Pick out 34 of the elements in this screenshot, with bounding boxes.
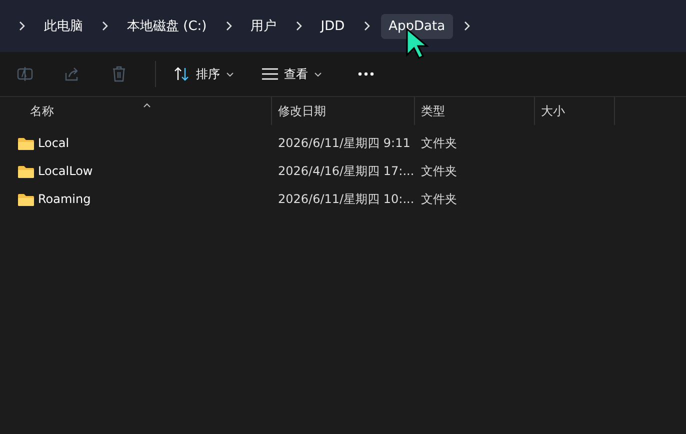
column-header[interactable]: 类型	[421, 102, 445, 120]
chevron-icon	[464, 21, 470, 31]
date-cell: 2026/4/16/星期四 17:...	[278, 164, 414, 178]
column-header[interactable]: 修改日期	[278, 102, 326, 120]
folder-icon	[18, 164, 34, 178]
caret-icon	[314, 72, 322, 76]
breadcrumb-item[interactable]: 用户	[242, 12, 285, 40]
file-name[interactable]: Roaming	[38, 192, 91, 206]
view-button[interactable]: 查看	[256, 62, 328, 86]
type-cell: 文件夹	[421, 164, 457, 178]
chevron-icon	[364, 21, 370, 31]
date-cell: 2026/6/11/星期四 10:...	[278, 192, 414, 206]
type-cell: 文件夹	[421, 136, 457, 150]
sort-button[interactable]: 排序	[168, 62, 240, 86]
date-cell: 2026/6/11/星期四 9:11	[278, 136, 410, 150]
caret-icon	[226, 72, 234, 76]
chevron-icon	[226, 21, 232, 31]
type-cell: 文件夹	[421, 192, 457, 206]
chevron-icon	[296, 21, 302, 31]
breadcrumb-item[interactable]: AppData	[380, 14, 454, 38]
folder-icon	[18, 136, 34, 150]
chevron-icon	[102, 21, 108, 31]
column-header[interactable]: 名称	[30, 102, 54, 120]
breadcrumb-item[interactable]: JDD	[312, 14, 353, 38]
more-icon[interactable]	[358, 72, 374, 76]
breadcrumb-item[interactable]: 此电脑	[36, 12, 91, 40]
sort-icon	[174, 67, 190, 81]
breadcrumb-item[interactable]: 本地磁盘 (C:)	[119, 12, 215, 40]
chevron-icon	[19, 21, 25, 31]
column-header[interactable]: 大小	[541, 102, 565, 120]
file-name[interactable]: Local	[38, 136, 70, 150]
folder-icon	[18, 192, 34, 206]
file-name[interactable]: LocalLow	[38, 164, 93, 178]
list-icon	[262, 68, 278, 80]
